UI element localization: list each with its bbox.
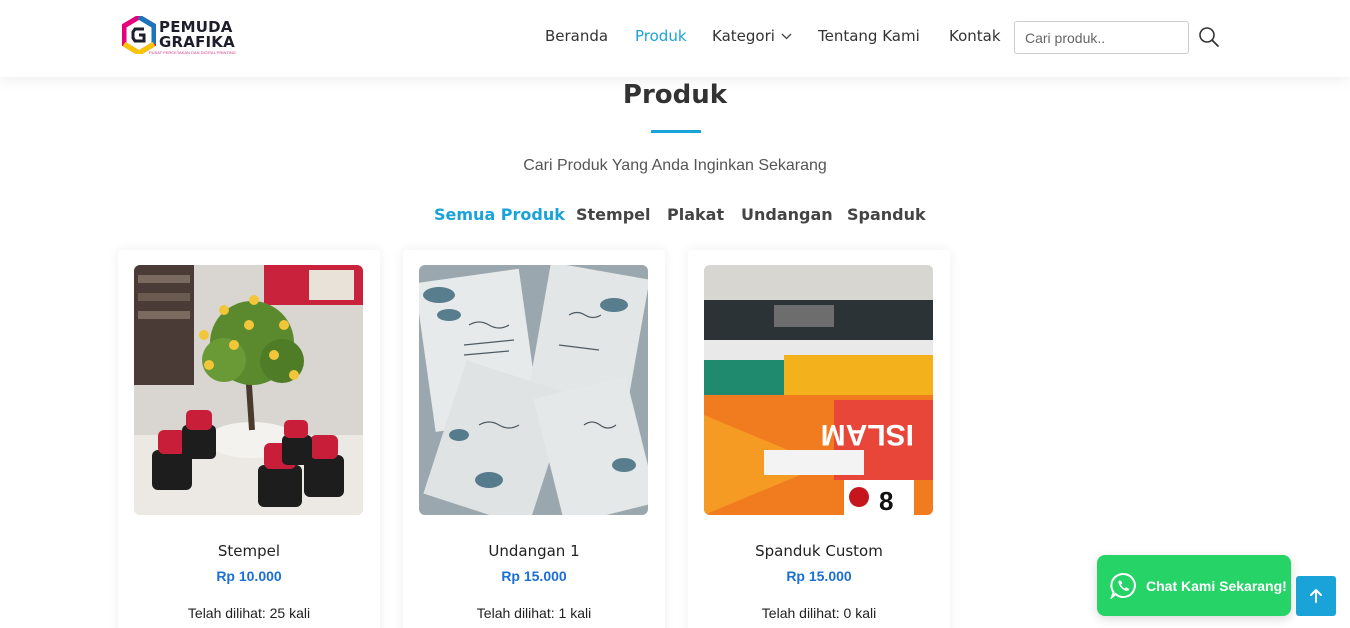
nav-item-kategori-label: Kategori: [712, 27, 775, 45]
filter-semua-produk[interactable]: Semua Produk: [434, 205, 565, 224]
brand-tagline: PUSAT PERCETAKAN DAN DIGITAL PRINTING: [149, 50, 236, 55]
site-header: PEMUDA GRAFIKA PUSAT PERCETAKAN DAN DIGI…: [0, 0, 1350, 77]
filter-plakat[interactable]: Plakat: [667, 205, 724, 224]
product-card-spanduk-custom[interactable]: 8 ISLAM Spanduk Custom Rp 15.000 Telah d…: [688, 250, 950, 628]
product-price: Rp 10.000: [216, 568, 282, 584]
chevron-down-icon: [781, 33, 792, 40]
product-name[interactable]: Stempel: [118, 542, 380, 560]
search-input[interactable]: [1014, 21, 1189, 54]
nav-item-beranda[interactable]: Beranda: [545, 27, 608, 45]
svg-text:8: 8: [879, 486, 893, 515]
product-views: Telah dilihat: 1 kali: [476, 605, 592, 621]
filter-undangan[interactable]: Undangan: [741, 205, 833, 224]
stamp-photo[interactable]: [134, 265, 363, 515]
whatsapp-chat-button[interactable]: Chat Kami Sekarang!: [1097, 555, 1291, 616]
page-title: Produk: [622, 80, 728, 110]
product-name[interactable]: Undangan 1: [403, 542, 665, 560]
invitation-photo[interactable]: [419, 265, 648, 515]
nav-item-kategori[interactable]: Kategori: [712, 27, 792, 45]
back-to-top-button[interactable]: [1296, 576, 1336, 616]
product-card-stempel[interactable]: Stempel Rp 10.000 Telah dilihat: 25 kali: [118, 250, 380, 628]
search-icon[interactable]: [1198, 26, 1220, 48]
product-views: Telah dilihat: 25 kali: [187, 605, 311, 621]
product-filter-tabs: Semua Produk Stempel Plakat Undangan Spa…: [0, 205, 1350, 229]
arrow-up-icon: [1310, 589, 1322, 603]
banner-print-photo[interactable]: 8 ISLAM: [704, 265, 933, 515]
title-underline: [651, 130, 701, 133]
logo-hexagon-icon: [122, 16, 156, 54]
whatsapp-chat-label: Chat Kami Sekarang!: [1146, 578, 1287, 594]
whatsapp-icon: [1110, 573, 1136, 599]
product-price: Rp 15.000: [786, 568, 852, 584]
filter-spanduk[interactable]: Spanduk: [847, 205, 926, 224]
product-price: Rp 15.000: [501, 568, 567, 584]
nav-item-kontak[interactable]: Kontak: [949, 27, 1001, 45]
page-subtitle: Cari Produk Yang Anda Inginkan Sekarang: [523, 157, 827, 174]
svg-text:ISLAM: ISLAM: [821, 418, 914, 451]
brand-logo[interactable]: PEMUDA GRAFIKA PUSAT PERCETAKAN DAN DIGI…: [122, 16, 242, 58]
filter-stempel[interactable]: Stempel: [576, 205, 650, 224]
product-card-undangan-1[interactable]: Undangan 1 Rp 15.000 Telah dilihat: 1 ka…: [403, 250, 665, 628]
nav-item-produk[interactable]: Produk: [635, 27, 687, 45]
product-views: Telah dilihat: 0 kali: [761, 605, 877, 621]
brand-name-line2: GRAFIKA: [159, 33, 235, 51]
nav-item-tentang-kami[interactable]: Tentang Kami: [818, 27, 920, 45]
product-name[interactable]: Spanduk Custom: [688, 542, 950, 560]
